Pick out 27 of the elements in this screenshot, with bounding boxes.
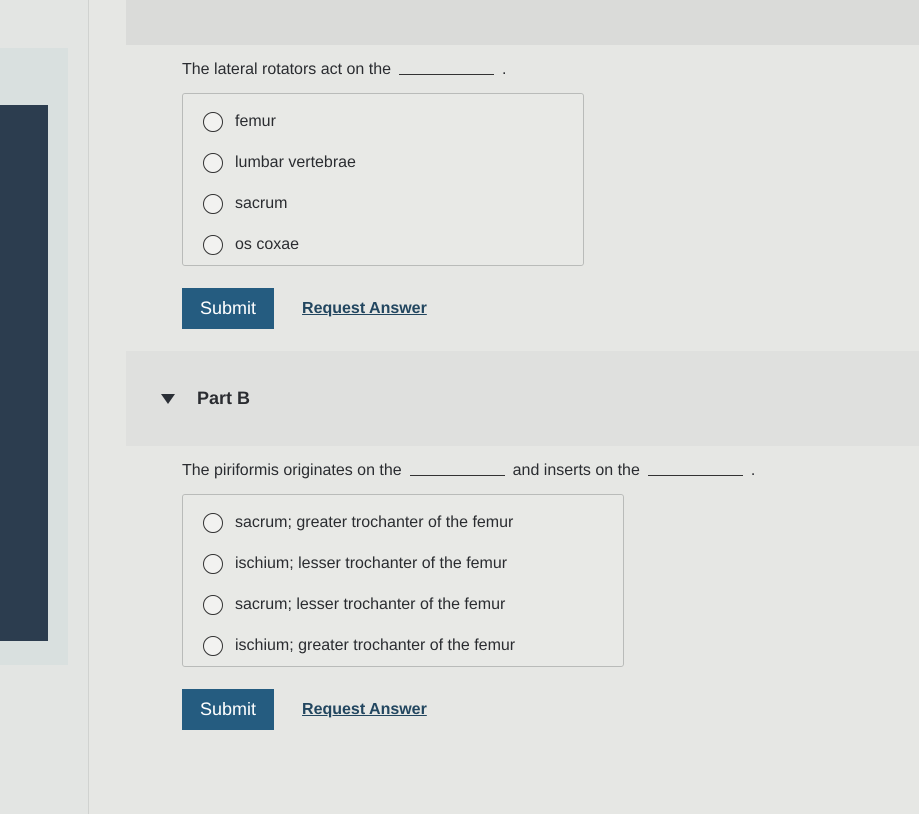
option-label: os coxae — [235, 236, 300, 254]
option-label: ischium; greater trochanter of the femur — [235, 637, 516, 655]
option-label: sacrum; greater trochanter of the femur — [235, 514, 514, 532]
caret-icon[interactable] — [161, 394, 175, 404]
option-label: ischium; lesser trochanter of the femur — [235, 555, 508, 573]
question-text: . — [502, 61, 506, 79]
question-text: The lateral rotators act on the — [182, 61, 391, 79]
radio-button[interactable] — [203, 513, 223, 533]
radio-button[interactable] — [203, 235, 223, 255]
submit-button[interactable]: Submit — [182, 689, 274, 730]
question-text: and inserts on the — [512, 462, 640, 480]
question-text: . — [750, 462, 756, 480]
radio-button[interactable] — [203, 194, 223, 214]
option-label: sacrum — [235, 195, 288, 213]
request-answer-link[interactable]: Request Answer — [302, 700, 427, 718]
part-title: Part B — [197, 388, 250, 409]
option-label: femur — [235, 113, 276, 131]
radio-button[interactable] — [203, 595, 223, 615]
request-answer-link[interactable]: Request Answer — [302, 300, 427, 318]
option-label: sacrum; lesser trochanter of the femur — [235, 596, 506, 614]
radio-button[interactable] — [203, 153, 223, 173]
submit-button[interactable]: Submit — [182, 288, 274, 329]
radio-button[interactable] — [203, 636, 223, 656]
radio-button[interactable] — [203, 112, 223, 132]
option-label: lumbar vertebrae — [235, 154, 356, 172]
question-text: The piriformis originates on the — [182, 462, 402, 480]
radio-button[interactable] — [203, 554, 223, 574]
